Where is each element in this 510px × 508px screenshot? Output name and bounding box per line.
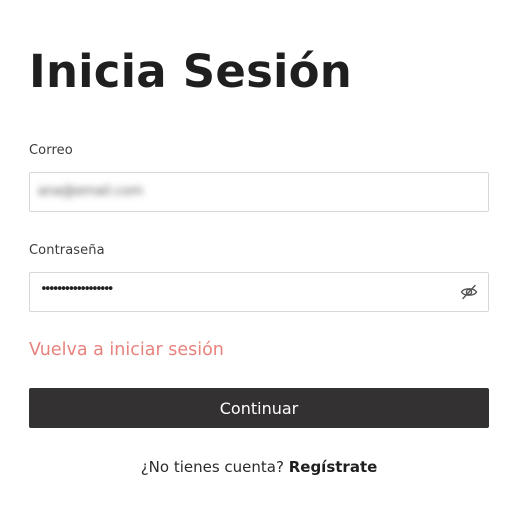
password-value: ••••••••••••••••••	[40, 282, 115, 297]
password-field[interactable]: ••••••••••••••••••	[29, 272, 489, 312]
signup-row: ¿No tienes cuenta? Regístrate	[29, 457, 489, 477]
password-label: Contraseña	[29, 243, 105, 258]
email-label: Correo	[29, 143, 73, 158]
email-field[interactable]: ana@email.com	[29, 172, 489, 212]
page-title: Inicia Sesión	[29, 45, 353, 98]
relogin-link[interactable]: Vuelva a iniciar sesión	[29, 338, 224, 362]
signup-prompt: ¿No tienes cuenta?	[140, 458, 284, 476]
eye-slash-icon[interactable]	[460, 283, 478, 301]
email-value: ana@email.com	[38, 184, 143, 199]
signup-link[interactable]: Regístrate	[289, 458, 378, 476]
continue-button[interactable]: Continuar	[29, 388, 489, 428]
